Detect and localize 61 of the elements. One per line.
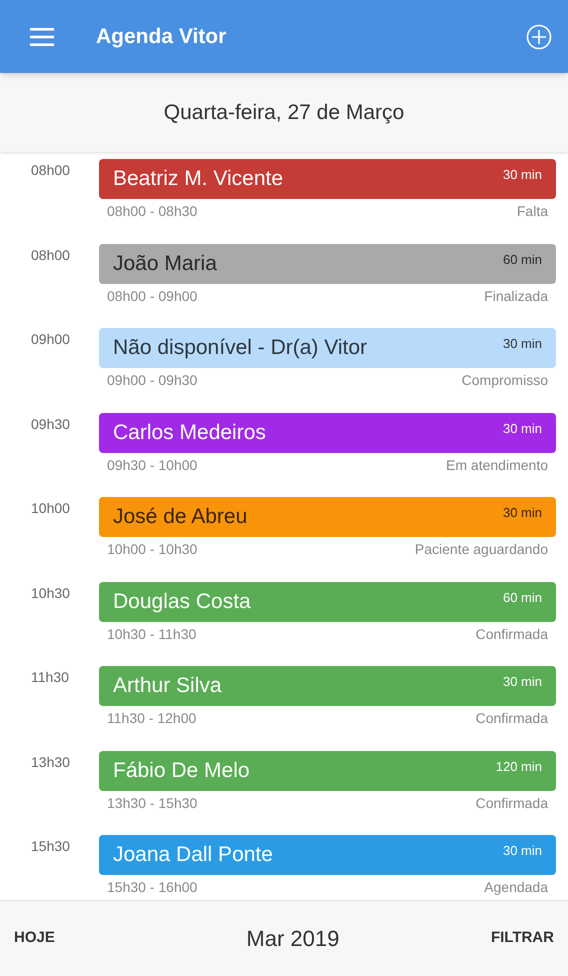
status-label: Confirmada [476,709,548,727]
time-label: 11h30 [31,669,69,685]
time-range: 09h00 - 09h30 [107,371,198,389]
month-label: Mar 2019 [246,925,340,953]
status-label: Agendada [484,878,548,896]
duration: 60 min [502,250,542,268]
status-label: Em atendimento [446,456,548,474]
date-heading: Quarta-feira, 27 de Março [164,100,404,126]
today-button[interactable]: HOJE [14,927,55,950]
patient-name: José de Abreu [113,504,248,530]
duration: 30 min [502,335,542,353]
status-label: Finalizada [484,286,548,304]
patient-name: Douglas Costa [113,588,251,614]
appointment-card[interactable]: José de Abreu 30 min [99,497,556,537]
time-range: 11h30 - 12h00 [107,709,196,727]
status-label: Compromisso [462,371,548,389]
patient-name: Não disponível - Dr(a) Vitor [113,335,368,361]
duration: 30 min [502,673,542,691]
appointment-card[interactable]: Arthur Silva 30 min [99,666,556,706]
appointment-card[interactable]: João Maria 60 min [99,244,556,284]
status-label: Paciente aguardando [414,540,548,558]
duration: 60 min [502,588,542,606]
status-label: Falta [516,202,548,220]
time-range: 10h00 - 10h30 [107,540,198,558]
appointment-card[interactable]: Carlos Medeiros 30 min [99,412,556,452]
time-label: 13h30 [31,754,70,770]
time-range: 09h30 - 10h00 [107,456,198,474]
patient-name: Beatriz M. Vicente [113,166,284,192]
time-label: 09h00 [31,331,70,347]
app-title: Agenda Vitor [96,24,226,50]
filter-button[interactable]: FILTRAR [490,927,554,950]
patient-name: Fábio De Melo [113,758,250,784]
time-range: 13h30 - 15h30 [107,794,198,812]
time-label: 09h30 [31,416,70,432]
patient-name: Joana Dall Ponte [113,842,273,868]
time-label: 08h00 [31,162,70,178]
time-label: 08h00 [31,246,70,262]
patient-name: Carlos Medeiros [113,420,266,446]
patient-name: Arthur Silva [113,673,222,699]
appointment-card[interactable]: Não disponível - Dr(a) Vitor 30 min [99,328,556,368]
appointment-card[interactable]: Joana Dall Ponte 30 min [99,835,556,875]
duration: 30 min [502,842,542,860]
time-range: 08h00 - 08h30 [107,202,198,220]
status-label: Confirmada [476,794,548,812]
time-label: 10h30 [31,584,70,600]
time-label: 15h30 [31,838,70,854]
duration: 30 min [502,504,542,522]
duration: 120 min [496,758,542,776]
appointment-card[interactable]: Douglas Costa 60 min [99,582,556,622]
status-label: Confirmada [476,624,548,642]
add-icon[interactable] [526,24,552,50]
patient-name: João Maria [113,250,217,276]
duration: 30 min [502,420,542,438]
time-range: 15h30 - 16h00 [107,878,198,896]
time-range: 08h00 - 09h00 [107,286,198,304]
appointment-card[interactable]: Beatriz M. Vicente 30 min [99,159,556,199]
menu-icon[interactable] [30,28,54,46]
appointment-card[interactable]: Fábio De Melo 120 min [99,750,556,790]
time-label: 10h00 [31,500,70,516]
time-range: 10h30 - 11h30 [107,624,196,642]
duration: 30 min [502,166,542,184]
